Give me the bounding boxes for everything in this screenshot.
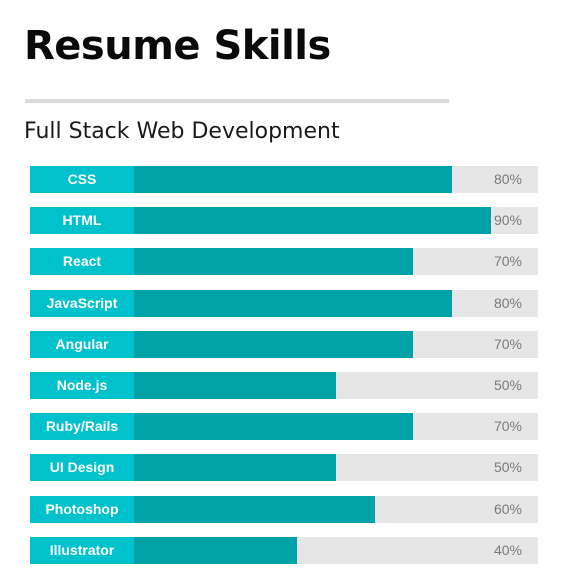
skill-row: Node.js 50% [30, 372, 538, 399]
skill-bar [134, 207, 491, 234]
skill-row: CSS 80% [30, 166, 538, 193]
skill-label: React [30, 248, 134, 275]
skill-row: React 70% [30, 248, 538, 275]
skill-bar [134, 331, 413, 358]
skill-bar [134, 496, 375, 523]
skill-row: Illustrator 40% [30, 537, 538, 564]
skill-percent: 50% [493, 459, 522, 475]
skill-row: UI Design 50% [30, 454, 538, 481]
skill-percent: 70% [493, 336, 522, 352]
skill-bar [134, 372, 336, 399]
skill-label: Illustrator [30, 537, 134, 564]
skill-bar [134, 166, 452, 193]
skill-bar [134, 248, 413, 275]
skill-label: JavaScript [30, 290, 134, 317]
skill-row: HTML 90% [30, 207, 538, 234]
skill-percent: 70% [493, 418, 522, 434]
skill-percent: 60% [493, 501, 522, 517]
skill-label: Node.js [30, 372, 134, 399]
skill-bar [134, 290, 452, 317]
skill-label: HTML [30, 207, 134, 234]
skill-row: Angular 70% [30, 331, 538, 358]
skill-row: JavaScript 80% [30, 290, 538, 317]
skill-bar [134, 454, 336, 481]
skill-label: Ruby/Rails [30, 413, 134, 440]
page-title: Resume Skills [24, 23, 331, 69]
skill-percent: 90% [493, 212, 522, 228]
title-divider [25, 99, 449, 103]
skill-bar [134, 537, 297, 564]
page-subtitle: Full Stack Web Development [24, 119, 340, 144]
skill-percent: 40% [493, 542, 522, 558]
skill-percent: 50% [493, 377, 522, 393]
skill-row: Ruby/Rails 70% [30, 413, 538, 440]
skill-bar [134, 413, 413, 440]
skill-percent: 80% [493, 171, 522, 187]
skill-percent: 70% [493, 253, 522, 269]
skill-label: Photoshop [30, 496, 134, 523]
skill-label: UI Design [30, 454, 134, 481]
skill-percent: 80% [493, 295, 522, 311]
skill-label: Angular [30, 331, 134, 358]
skill-label: CSS [30, 166, 134, 193]
skill-row: Photoshop 60% [30, 496, 538, 523]
